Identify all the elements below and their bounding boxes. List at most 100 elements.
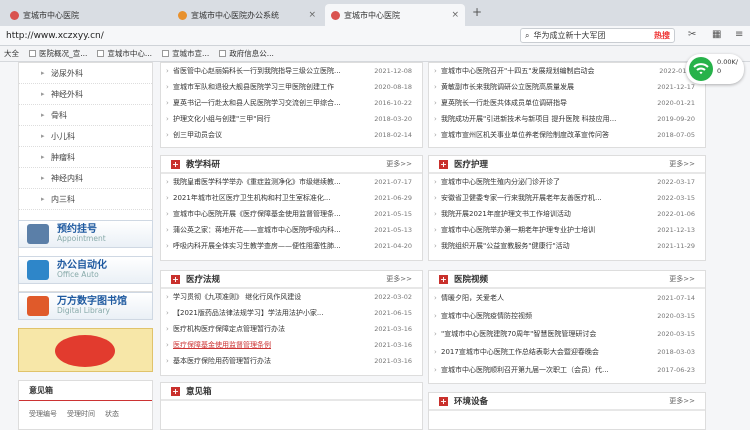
- more-link[interactable]: 更多>>: [669, 159, 695, 169]
- bookmark-item[interactable]: 大全: [4, 48, 19, 59]
- news-row[interactable]: 省医管中心赵丽娟科长一行到我院指导三级公立医院... 2021-12-08: [161, 63, 422, 79]
- news-row[interactable]: 医疗机构医疗保障定点管理暂行办法 2021-03-16: [161, 321, 422, 337]
- panel-title: 医院视频: [454, 275, 489, 285]
- row-date: 2022-01-06: [657, 210, 695, 218]
- appointment-button[interactable]: 预约挂号 Appointment: [18, 220, 153, 248]
- sidebar-item[interactable]: 内三科: [19, 189, 152, 210]
- sidebar-item[interactable]: 小儿科: [19, 126, 152, 147]
- grid-icon[interactable]: ▦: [712, 29, 721, 40]
- news-row[interactable]: 我院组织开展"公益宣教服务"健康行"活动 2021-11-29: [429, 238, 705, 254]
- row-date: 2021-04-20: [374, 242, 412, 250]
- close-tab-icon[interactable]: ×: [308, 10, 316, 20]
- news-panel-top-left: 省医管中心赵丽娟科长一行到我院指导三级公立医院... 2021-12-08 宣城市…: [160, 62, 423, 148]
- news-row[interactable]: 夏英院长一行赴医共体成员单位调研指导 2020-01-21: [429, 95, 705, 111]
- news-row[interactable]: 2021年城市社区医疗卫生机构和村卫生室标准化... 2021-06-29: [161, 190, 422, 206]
- browser-tab-1[interactable]: 宣城市中心医院: [4, 4, 169, 26]
- news-row[interactable]: 情暖夕阳，关爱老人 2021-07-14: [429, 289, 705, 307]
- plus-icon: +: [171, 274, 180, 284]
- sidebar-item[interactable]: 泌尿外科: [19, 63, 152, 84]
- news-row[interactable]: "宣城市中心医院建院70周年"智慧医院管理研讨会 2020-03-15: [429, 325, 705, 343]
- row-text: 情暖夕阳，关爱老人: [441, 294, 504, 302]
- tab-label: 宣城市中心医院办公系统: [191, 10, 279, 20]
- bookmark-item[interactable]: 宣城市宣...: [162, 48, 209, 59]
- medical-law-panel: +医疗法规更多>> 学习贯彻《九项准则》 继化行风作风建设2022-03-02 …: [160, 270, 423, 376]
- plus-icon: +: [171, 386, 180, 396]
- url-field[interactable]: http://www.xczxyy.cn/: [6, 31, 104, 41]
- news-row[interactable]: 【2021版药品法律法规学习】学法用法护小家... 2021-06-15: [161, 305, 422, 321]
- row-text: 呼吸内科开展全体实习生教学查房——便性阻塞性肺...: [173, 242, 341, 250]
- office-auto-button[interactable]: 办公自动化 Office Auto: [18, 256, 153, 284]
- news-row[interactable]: 宣城市宣州区机关事业单位养老保险制度改革宣传问答 2018-07-05: [429, 127, 705, 143]
- news-row[interactable]: 护理文化小组与创建"三甲"同行 2018-03-20: [161, 111, 422, 127]
- favicon-icon: [178, 10, 187, 20]
- feedback-col: 受理编号: [29, 410, 57, 418]
- more-link[interactable]: 更多>>: [386, 159, 412, 169]
- news-row[interactable]: 基本医疗保险用药管理暂行办法 2021-03-16: [161, 353, 422, 369]
- network-speed-widget[interactable]: 0.00K/ 0: [686, 54, 744, 84]
- news-row[interactable]: 宣城市中心医院疫情防控视频 2020-03-15: [429, 307, 705, 325]
- sidebar-item[interactable]: 神经外科: [19, 84, 152, 105]
- close-tab-icon[interactable]: ×: [451, 10, 459, 20]
- row-text: 宣城市中心医院开展《医疗保障基金使用监督管理条...: [173, 210, 341, 218]
- bookmark-label: 大全: [4, 49, 19, 58]
- menu-icon[interactable]: ≡: [735, 29, 743, 40]
- news-row[interactable]: 夏英书记一行赴太和县人民医院学习交流创三甲综合... 2016-10-22: [161, 95, 422, 111]
- news-row[interactable]: 宣城市中心医院开展《医疗保障基金使用监督管理条... 2021-05-15: [161, 206, 422, 222]
- news-row[interactable]: 我院成功开展"引进新技术与新项目 提升医院 科技应用... 2019-09-20: [429, 111, 705, 127]
- bookmark-item[interactable]: 宣城市中心...: [97, 48, 152, 59]
- browser-tab-2[interactable]: 宣城市中心医院办公系统 ×: [172, 4, 322, 26]
- row-text: 2017宣城市中心医院工作总结表彰大会暨迎春晚会: [441, 348, 599, 356]
- row-text: 我院开展2021年度护理文书工作培训活动: [441, 210, 571, 218]
- row-text: 宣城市中心医院疫情防控视频: [441, 312, 532, 320]
- news-row[interactable]: 黄敏副市长来我院调研公立医院高质量发展 2021-12-17: [429, 79, 705, 95]
- news-row[interactable]: 2017宣城市中心医院工作总结表彰大会暨迎春晚会 2018-03-03: [429, 343, 705, 361]
- sidebar-item[interactable]: 骨科: [19, 105, 152, 126]
- panel-title: 医疗法规: [186, 275, 221, 285]
- browser-tab-3-active[interactable]: 宣城市中心医院 ×: [325, 4, 465, 26]
- row-date: 2021-03-16: [374, 325, 412, 333]
- news-row[interactable]: 我院皇甫医学科学举办《重症监测净化》市级继续教... 2021-07-17: [161, 174, 422, 190]
- row-date: 2021-07-17: [374, 178, 412, 186]
- row-date: 2018-03-20: [374, 115, 412, 123]
- bookmark-label: 宣城市宣...: [172, 49, 210, 58]
- promo-banner[interactable]: [18, 328, 153, 372]
- browser-search-box[interactable]: ⌕ 华为成立新十大军团 热搜: [520, 28, 675, 43]
- sidebar-item[interactable]: 神经内科: [19, 168, 152, 189]
- news-row[interactable]: 我院开展2021年度护理文书工作培训活动 2022-01-06: [429, 206, 705, 222]
- feedback-title: 意见箱: [19, 381, 152, 401]
- more-link[interactable]: 更多>>: [669, 274, 695, 284]
- feedback-box: 意见箱 受理编号 受理时间 状态: [18, 380, 153, 430]
- page-content: 泌尿外科 神经外科 骨科 小儿科 肿瘤科 神经内科 内三科 预约挂号Appoin…: [0, 62, 750, 430]
- scissors-icon[interactable]: ✂: [688, 29, 696, 40]
- row-date: 2022-03-02: [374, 293, 412, 301]
- news-row[interactable]: 安徽省卫健委专家一行来我院开展老年友善医疗机... 2022-03-15: [429, 190, 705, 206]
- tab-label: 宣城市中心医院: [23, 10, 79, 20]
- sidebar-item[interactable]: 肿瘤科: [19, 147, 152, 168]
- new-tab-button[interactable]: +: [472, 5, 482, 19]
- news-row[interactable]: 呼吸内科开展全体实习生教学查房——便性阻塞性肺... 2021-04-20: [161, 238, 422, 254]
- row-date: 2021-12-08: [374, 67, 412, 75]
- bookmark-item[interactable]: 医院概况_宣...: [29, 48, 87, 59]
- digital-library-button[interactable]: 万方数字图书馆 Digital Library: [18, 292, 153, 320]
- download-speed: 0: [717, 67, 722, 75]
- news-row[interactable]: 宣城市中心医院生殖内分泌门诊开诊了 2022-03-17: [429, 174, 705, 190]
- bookmark-item[interactable]: 政府信息公...: [219, 48, 274, 59]
- more-link[interactable]: 更多>>: [386, 274, 412, 284]
- news-row[interactable]: 宣城市中心医院顺利召开第九届一次职工（会员）代... 2017-06-23: [429, 361, 705, 379]
- row-date: 2021-06-29: [374, 194, 412, 202]
- more-link[interactable]: 更多>>: [669, 396, 695, 406]
- digital-library-icon: [27, 296, 49, 316]
- news-row[interactable]: 创三甲动员会议 2018-02-14: [161, 127, 422, 143]
- news-panel-top-right: 宣城市中心医院召开"十四五"发展规划编制启动会2022-01-... 黄敏副市长…: [428, 62, 706, 148]
- news-row[interactable]: 宣城市中心医院举办第一期老年护理专业护士培训 2021-12-13: [429, 222, 705, 238]
- row-date: 2021-05-15: [374, 210, 412, 218]
- row-date: 2018-07-05: [657, 131, 695, 139]
- news-row-highlighted[interactable]: 医疗保障基金使用监督管理条例 2021-03-16: [161, 337, 422, 353]
- news-row[interactable]: 宣城市中心医院召开"十四五"发展规划编制启动会2022-01-...: [429, 63, 705, 79]
- panel-title: 环境设备: [454, 397, 489, 407]
- news-row[interactable]: 蒲公英之家：蒋地开花——宣城市中心医院呼吸内科... 2021-05-13: [161, 222, 422, 238]
- row-text: 医疗保障基金使用监督管理条例: [173, 341, 271, 349]
- news-row[interactable]: 宣城市军队和退役大舰县医院学习三甲医院创建工作 2020-08-18: [161, 79, 422, 95]
- news-row[interactable]: 学习贯彻《九项准则》 继化行风作风建设 2022-03-02: [161, 289, 422, 305]
- row-date: 2022-03-15: [657, 194, 695, 202]
